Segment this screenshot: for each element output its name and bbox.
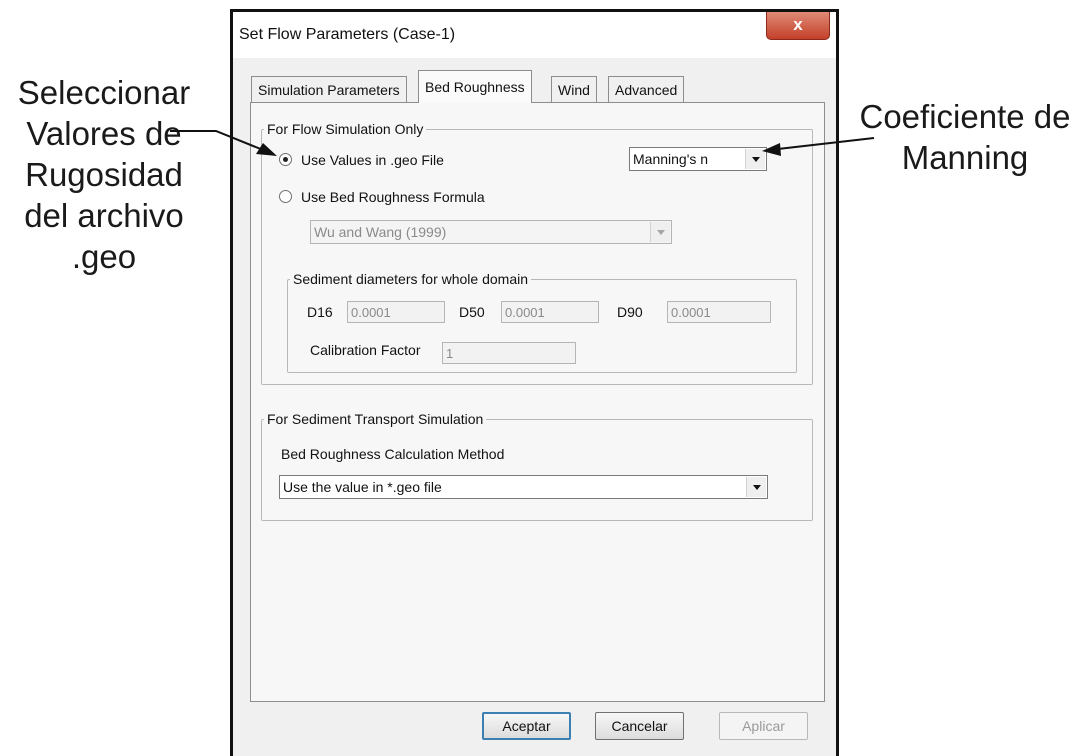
annotation-left-line: Seleccionar [17,74,191,111]
use-geo-label: Use Values in .geo File [301,152,444,168]
d50-input[interactable]: 0.0001 [501,301,599,323]
d90-input[interactable]: 0.0001 [667,301,771,323]
close-icon: x [793,15,803,34]
calculation-method-value: Use the value in *.geo file [283,479,442,495]
annotation-left: Seleccionar Valores de Rugosidad del arc… [0,72,208,277]
d16-value: 0.0001 [351,305,391,320]
tab-bed-roughness[interactable]: Bed Roughness [418,70,532,103]
chevron-down-icon[interactable] [650,222,670,242]
accept-label: Aceptar [502,718,551,734]
calibration-factor-label: Calibration Factor [310,342,421,358]
annotation-left-line: del archivo [24,197,184,234]
apply-button[interactable]: Aplicar [719,712,808,740]
d90-label: D90 [617,304,643,320]
tab-label: Advanced [615,82,678,98]
calculation-method-label: Bed Roughness Calculation Method [281,446,505,462]
annotation-left-line: Rugosidad [25,156,183,193]
formula-select-value: Wu and Wang (1999) [314,224,447,240]
d16-label: D16 [307,304,333,320]
annotation-left-line: Valores de [26,115,182,152]
calibration-factor-input[interactable]: 1 [442,342,576,364]
d16-input[interactable]: 0.0001 [347,301,445,323]
tab-wind[interactable]: Wind [551,76,597,102]
use-geo-radio[interactable] [279,153,292,166]
annotation-left-line: .geo [71,238,137,275]
cancel-button[interactable]: Cancelar [595,712,684,740]
d50-label: D50 [459,304,485,320]
group-legend: For Sediment Transport Simulation [267,411,484,427]
window-title: Set Flow Parameters (Case-1) [239,26,456,43]
sediment-transport-group: For Sediment Transport Simulation [261,411,813,521]
cancel-label: Cancelar [611,718,668,734]
calculation-method-select[interactable]: Use the value in *.geo file [279,475,768,499]
d50-value: 0.0001 [505,305,545,320]
tab-label: Bed Roughness [425,79,525,95]
group-legend: Sediment diameters for whole domain [293,271,529,287]
chevron-down-icon[interactable] [745,149,765,169]
formula-select[interactable]: Wu and Wang (1999) [310,220,672,244]
tab-label: Wind [558,82,590,98]
bed-roughness-panel: For Flow Simulation Only Use Values in .… [250,102,825,702]
tab-label: Simulation Parameters [258,82,400,98]
d90-value: 0.0001 [671,305,711,320]
group-legend: For Flow Simulation Only [267,121,424,137]
accept-button[interactable]: Aceptar [482,712,571,740]
annotation-right: Coeficiente de Manning [842,96,1088,178]
use-formula-label: Use Bed Roughness Formula [301,189,485,205]
annotation-right-line: Coeficiente de [859,98,1071,135]
close-button[interactable]: x [766,12,830,40]
dialog-window: Set Flow Parameters (Case-1) x Simulatio… [230,9,839,756]
tab-simulation-parameters[interactable]: Simulation Parameters [251,76,407,102]
apply-label: Aplicar [742,718,785,734]
calibration-factor-value: 1 [446,346,454,361]
annotation-right-line: Manning [901,139,1029,176]
tab-advanced[interactable]: Advanced [608,76,685,102]
coefficient-select-value: Manning's n [633,151,709,167]
title-bar: Set Flow Parameters (Case-1) x [233,12,836,58]
use-formula-radio[interactable] [279,190,292,203]
chevron-down-icon[interactable] [746,477,766,497]
coefficient-select[interactable]: Manning's n [629,147,767,171]
